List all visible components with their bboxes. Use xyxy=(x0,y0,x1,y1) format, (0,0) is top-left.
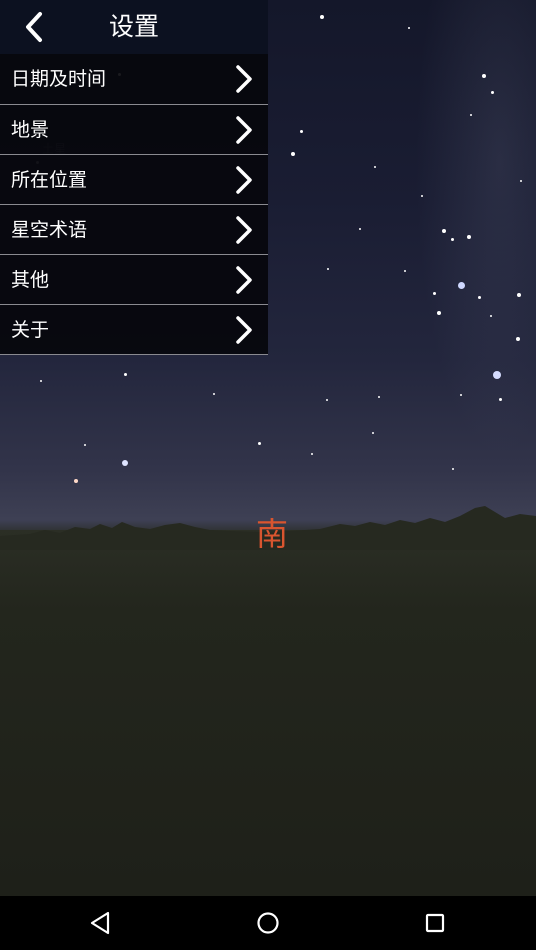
android-nav-bar xyxy=(0,896,536,950)
star xyxy=(517,293,521,297)
star xyxy=(470,114,472,116)
menu-item-label: 地景 xyxy=(11,119,50,141)
star xyxy=(124,373,127,376)
menu-item-label: 日期及时间 xyxy=(11,68,107,90)
menu-item-label: 星空术语 xyxy=(11,219,88,241)
menu-item-about[interactable]: 关于 xyxy=(0,304,268,355)
menu-item-sky-terms[interactable]: 星空术语 xyxy=(0,204,268,254)
star xyxy=(374,166,376,168)
chevron-right-icon xyxy=(236,65,252,93)
star xyxy=(437,311,441,315)
menu-item-landscape[interactable]: 地景 xyxy=(0,104,268,154)
nav-recents-button[interactable] xyxy=(419,907,451,939)
star xyxy=(404,270,406,272)
star xyxy=(460,394,462,396)
menu-item-other[interactable]: 其他 xyxy=(0,254,268,304)
star xyxy=(490,315,492,317)
nav-home-button[interactable] xyxy=(252,907,284,939)
star xyxy=(378,396,380,398)
star xyxy=(433,292,436,295)
star xyxy=(493,371,501,379)
menu-item-label: 所在位置 xyxy=(11,169,88,191)
triangle-back-icon xyxy=(90,911,110,935)
square-recents-icon xyxy=(425,913,445,933)
star xyxy=(520,180,522,182)
star xyxy=(482,74,486,78)
star xyxy=(499,398,502,401)
star xyxy=(311,453,313,455)
star xyxy=(372,432,374,434)
star xyxy=(320,15,324,19)
star xyxy=(452,468,454,470)
star xyxy=(327,268,329,270)
settings-panel: 设置 日期及时间 地景 所在位置 星空术语 其他 关于 xyxy=(0,0,268,355)
star xyxy=(258,442,261,445)
menu-item-label: 关于 xyxy=(11,319,50,341)
star xyxy=(326,399,328,401)
star xyxy=(213,393,215,395)
star xyxy=(122,460,128,466)
stellarium-screen: 土星 南 设置 日期及时间 地景 所在位置 星空术语 其他 xyxy=(0,0,536,950)
star xyxy=(74,479,78,483)
chevron-right-icon xyxy=(236,166,252,194)
star xyxy=(40,380,42,382)
star xyxy=(458,282,465,289)
menu-item-location[interactable]: 所在位置 xyxy=(0,154,268,204)
star xyxy=(408,27,410,29)
star xyxy=(451,238,454,241)
settings-header: 设置 xyxy=(0,0,268,54)
menu-item-label: 其他 xyxy=(11,269,50,291)
star xyxy=(478,296,481,299)
star xyxy=(467,235,471,239)
landscape-ground xyxy=(0,530,536,896)
chevron-right-icon xyxy=(236,216,252,244)
star xyxy=(421,195,423,197)
menu-item-date-time[interactable]: 日期及时间 xyxy=(0,54,268,104)
circle-home-icon xyxy=(257,912,279,934)
nav-back-button[interactable] xyxy=(85,907,117,939)
star xyxy=(516,337,520,341)
star xyxy=(491,91,494,94)
compass-south-label: 南 xyxy=(256,515,289,553)
chevron-right-icon xyxy=(236,116,252,144)
star xyxy=(359,228,361,230)
chevron-right-icon xyxy=(236,266,252,294)
star xyxy=(300,130,303,133)
star xyxy=(84,444,86,446)
settings-title: 设置 xyxy=(108,12,159,41)
star xyxy=(291,152,295,156)
chevron-right-icon xyxy=(236,316,252,344)
star xyxy=(442,229,446,233)
